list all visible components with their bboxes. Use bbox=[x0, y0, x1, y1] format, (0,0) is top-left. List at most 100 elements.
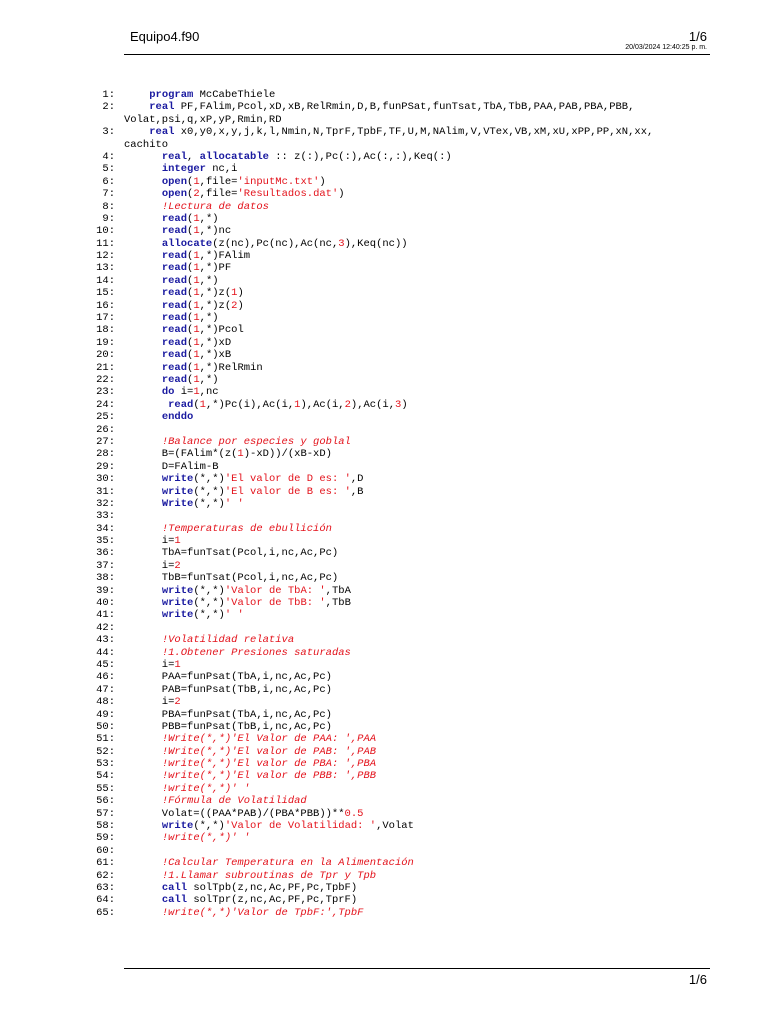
code-line: 57: Volat=((PAA*PAB)/(PBA*PBB))**0.5 bbox=[0, 808, 768, 820]
code-text: read(1,*)Pc(i),Ac(i,1),Ac(i,2),Ac(i,3) bbox=[168, 398, 408, 411]
line-number: 55: bbox=[96, 782, 115, 795]
code-text: call solTpr(z,nc,Ac,PF,Pc,TprF) bbox=[161, 894, 358, 907]
code-text: D=FAlim-B bbox=[124, 460, 219, 473]
code-line: 45: i=1 bbox=[0, 659, 768, 671]
code-text: !Fórmula de Volatilidad bbox=[161, 795, 307, 808]
line-number: 59: bbox=[96, 832, 115, 845]
code-line: 54: !write(*,*)'El valor de PBB: ',PBB bbox=[0, 770, 768, 782]
line-number: 15: bbox=[96, 287, 115, 300]
code-text: !write(*,*)'El valor de PBB: ',PBB bbox=[161, 770, 377, 783]
code-line: 2: real PF,FAlim,Pcol,xD,xB,RelRmin,D,B,… bbox=[0, 101, 768, 113]
code-line: 6: open(1,file='inputMc.txt') bbox=[0, 176, 768, 188]
code-text: read(1,*)Pcol bbox=[161, 324, 244, 337]
line-number: 51: bbox=[96, 733, 115, 746]
line-number: 52: bbox=[96, 745, 115, 758]
code-line: 11: allocate(z(nc),Pc(nc),Ac(nc,3),Keq(n… bbox=[0, 238, 768, 250]
code-text: open(2,file='Resultados.dat') bbox=[161, 188, 345, 201]
code-text: read(1,*)PF bbox=[161, 262, 232, 275]
code-text: read(1,*)xB bbox=[161, 349, 232, 362]
line-number: 25: bbox=[96, 411, 115, 424]
line-number: 5: bbox=[102, 163, 115, 176]
code-text: write(*,*)'El valor de B es: ',B bbox=[161, 485, 364, 498]
line-number: 63: bbox=[96, 882, 115, 894]
line-number: 19: bbox=[96, 336, 115, 349]
code-line: 47: PAB=funPsat(TbB,i,nc,Ac,Pc) bbox=[0, 684, 768, 696]
line-number: 48: bbox=[96, 696, 115, 709]
code-text: read(1,*)FAlim bbox=[161, 250, 251, 263]
code-text: write(*,*)'El valor de D es: ',D bbox=[161, 473, 364, 486]
code-text: i=1 bbox=[124, 658, 181, 671]
line-number: 44: bbox=[96, 646, 115, 659]
line-number: 28: bbox=[96, 448, 115, 461]
code-text: read(1,*)nc bbox=[161, 225, 232, 238]
code-line: 52: !Write(*,*)'El valor de PAB: ',PAB bbox=[0, 746, 768, 758]
code-line: 56: !Fórmula de Volatilidad bbox=[0, 795, 768, 807]
line-number: 21: bbox=[96, 361, 115, 374]
line-number: 6: bbox=[102, 175, 115, 188]
code-line: 42: bbox=[0, 622, 768, 634]
header-page-number: 1/6 bbox=[688, 29, 707, 44]
code-line: 62: !1.Llamar subroutinas de Tpr y Tpb bbox=[0, 870, 768, 882]
code-text: !Write(*,*)'El Valor de PAA: ',PAA bbox=[161, 733, 377, 746]
code-text: !Lectura de datos bbox=[161, 200, 269, 213]
line-number: 14: bbox=[96, 274, 115, 287]
footer-rule bbox=[124, 968, 710, 969]
line-number: 11: bbox=[96, 237, 115, 250]
code-line: cachito bbox=[0, 139, 768, 151]
code-text: !write(*,*)' ' bbox=[161, 782, 251, 795]
code-line: 7: open(2,file='Resultados.dat') bbox=[0, 188, 768, 200]
line-number: 50: bbox=[96, 720, 115, 733]
line-number: 49: bbox=[96, 708, 115, 721]
code-line: 35: i=1 bbox=[0, 535, 768, 547]
code-text: real, allocatable :: z(:),Pc(:),Ac(:,:),… bbox=[161, 150, 452, 163]
code-text: !Temperaturas de ebullición bbox=[161, 522, 332, 535]
code-text: i=2 bbox=[124, 696, 181, 709]
code-text: write(*,*)' ' bbox=[161, 609, 244, 622]
code-text: Write(*,*)' ' bbox=[161, 497, 244, 510]
line-number: 30: bbox=[96, 473, 115, 486]
code-line: 64: call solTpr(z,nc,Ac,PF,Pc,TprF) bbox=[0, 894, 768, 906]
code-text: cachito bbox=[124, 138, 169, 151]
line-number: 17: bbox=[96, 312, 115, 325]
code-line: 32: Write(*,*)' ' bbox=[0, 498, 768, 510]
code-line: 61: !Calcular Temperatura en la Alimenta… bbox=[0, 857, 768, 869]
code-line: 21: read(1,*)RelRmin bbox=[0, 362, 768, 374]
line-number: 57: bbox=[96, 807, 115, 820]
code-line: Volat,psi,q,xP,yP,Rmin,RD bbox=[0, 114, 768, 126]
code-line: 25: enddo bbox=[0, 411, 768, 423]
line-number: 46: bbox=[96, 671, 115, 684]
code-text: open(1,file='inputMc.txt') bbox=[161, 175, 326, 188]
code-line: 43: !Volatilidad relativa bbox=[0, 634, 768, 646]
code-text: !Balance por especies y goblal bbox=[161, 435, 351, 448]
code-text: !1.Obtener Presiones saturadas bbox=[161, 646, 351, 659]
line-number: 61: bbox=[96, 857, 115, 870]
line-number: 37: bbox=[96, 559, 115, 572]
line-number: 40: bbox=[96, 597, 115, 610]
line-number: 32: bbox=[96, 497, 115, 510]
code-text: read(1,*) bbox=[161, 312, 219, 325]
code-text: !write(*,*)'Valor de TpbF:',TpbF bbox=[161, 906, 364, 919]
code-text: i=1 bbox=[124, 535, 181, 548]
code-line: 46: PAA=funPsat(TbA,i,nc,Ac,Pc) bbox=[0, 671, 768, 683]
code-line: 3: real x0,y0,x,y,j,k,l,Nmin,N,TprF,TpbF… bbox=[0, 126, 768, 138]
code-line: 48: i=2 bbox=[0, 696, 768, 708]
code-text: write(*,*)'Valor de TbA: ',TbA bbox=[161, 584, 351, 597]
line-number: 42: bbox=[96, 621, 115, 634]
code-text: call solTpb(z,nc,Ac,PF,Pc,TpbF) bbox=[161, 882, 358, 894]
code-line: 19: read(1,*)xD bbox=[0, 337, 768, 349]
code-line: 23: do i=1,nc bbox=[0, 386, 768, 398]
code-line: 12: read(1,*)FAlim bbox=[0, 250, 768, 262]
line-number: 35: bbox=[96, 535, 115, 548]
code-text: PBA=funPsat(TbA,i,nc,Ac,Pc) bbox=[124, 708, 332, 721]
code-line: 39: write(*,*)'Valor de TbA: ',TbA bbox=[0, 585, 768, 597]
code-text: integer nc,i bbox=[161, 163, 238, 176]
line-number: 38: bbox=[96, 572, 115, 585]
line-number: 56: bbox=[96, 795, 115, 808]
code-text: read(1,*) bbox=[161, 212, 219, 225]
code-line: 55: !write(*,*)' ' bbox=[0, 783, 768, 795]
line-number: 2: bbox=[102, 101, 115, 114]
code-text: !Write(*,*)'El valor de PAB: ',PAB bbox=[161, 745, 377, 758]
code-text: allocate(z(nc),Pc(nc),Ac(nc,3),Keq(nc)) bbox=[161, 237, 408, 250]
line-number: 13: bbox=[96, 262, 115, 275]
code-text: read(1,*) bbox=[161, 274, 219, 287]
